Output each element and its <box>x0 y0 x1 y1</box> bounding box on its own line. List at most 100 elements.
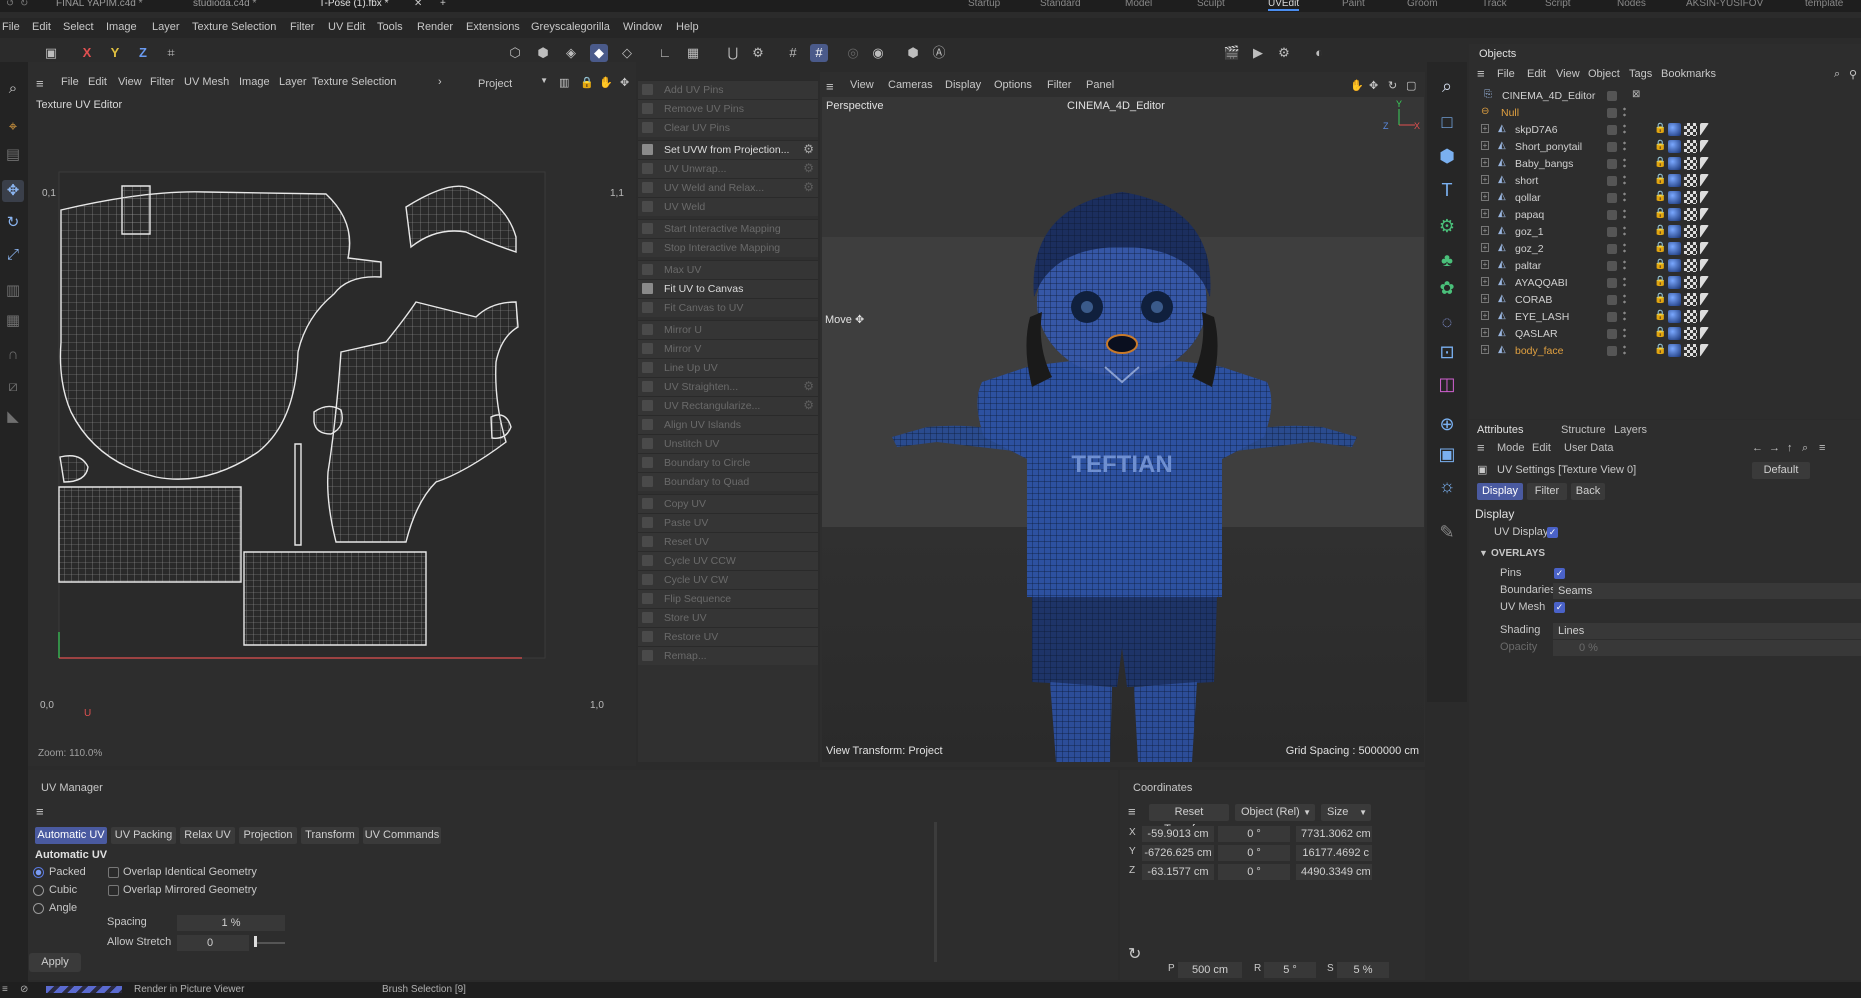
object-row[interactable]: + ◭ AYAQQABI 🔒 <box>1469 275 1861 292</box>
uvw-tag[interactable] <box>1684 191 1697 204</box>
menu-uv-edit[interactable]: UV Edit <box>328 21 365 33</box>
rotation-field[interactable]: 0 ° <box>1218 864 1290 880</box>
camera-icon[interactable]: ◫ <box>1435 372 1459 396</box>
material-tag[interactable] <box>1668 293 1681 306</box>
polygons-mode-icon[interactable]: ◈ <box>562 44 580 62</box>
selection-tag[interactable] <box>1700 259 1709 272</box>
layout-script[interactable]: Script <box>1545 0 1571 9</box>
overlap-mirrored-checkbox[interactable] <box>108 885 119 896</box>
visibility-check[interactable] <box>1607 346 1617 356</box>
allow-stretch-slider[interactable] <box>256 942 285 944</box>
lock-icon[interactable]: 🔒 <box>580 76 594 89</box>
expand-icon[interactable]: + <box>1481 141 1489 150</box>
scale-tool-icon[interactable]: ⤢ <box>2 244 24 266</box>
material-tag[interactable] <box>1668 191 1681 204</box>
object-row[interactable]: + ◭ goz_1 🔒 <box>1469 224 1861 241</box>
uv-command-item[interactable]: Remap... <box>638 646 818 665</box>
uv-menu-file[interactable]: File <box>61 76 79 88</box>
visibility-check[interactable] <box>1607 159 1617 169</box>
uv-command-item[interactable]: Paste UV <box>638 513 818 532</box>
vp-menu-cameras[interactable]: Cameras <box>888 79 933 91</box>
layer-dots[interactable] <box>1622 140 1627 153</box>
menu-layer[interactable]: Layer <box>152 21 180 33</box>
menu-icon[interactable]: ≡ <box>2 984 8 995</box>
uvw-tag[interactable] <box>1684 242 1697 255</box>
material-tag[interactable] <box>1668 242 1681 255</box>
layout-standard[interactable]: Standard <box>1040 0 1081 9</box>
selection-tag[interactable] <box>1700 208 1709 221</box>
size-mode-dropdown[interactable]: Size ▼ <box>1321 804 1371 821</box>
selection-tool-icon[interactable]: ⌖ <box>2 116 24 138</box>
object-row[interactable]: + ◭ Baby_bangs 🔒 <box>1469 156 1861 173</box>
attr-menu-edit[interactable]: Edit <box>1532 442 1551 454</box>
search-icon[interactable]: ⌕ <box>1834 68 1840 81</box>
obj-menu-file[interactable]: File <box>1497 68 1515 80</box>
uvw-tag[interactable] <box>1684 344 1697 357</box>
layer-dots[interactable] <box>1622 106 1627 119</box>
uv-command-item[interactable]: Stop Interactive Mapping <box>638 238 818 257</box>
subtab-back[interactable]: Back <box>1571 483 1605 500</box>
object-row[interactable]: + ◭ goz_2 🔒 <box>1469 241 1861 258</box>
menu-greyscalegorilla[interactable]: Greyscalegorilla <box>531 21 610 33</box>
menu-texture-selection[interactable]: Texture Selection <box>192 21 276 33</box>
lock-icon[interactable]: 🔒 <box>1654 293 1666 304</box>
apply-button[interactable]: Apply <box>29 953 81 972</box>
lock-icon[interactable]: 🔒 <box>1654 225 1666 236</box>
expand-icon[interactable]: + <box>1481 328 1489 337</box>
layer-dots[interactable] <box>1622 293 1627 306</box>
overlap-identical-checkbox[interactable] <box>108 867 119 878</box>
object-row[interactable]: + ◭ papaq 🔒 <box>1469 207 1861 224</box>
cloner-icon[interactable]: ♣ <box>1435 248 1459 272</box>
vp-menu-panel[interactable]: Panel <box>1086 79 1114 91</box>
uv-menu-texture-selection[interactable]: Texture Selection <box>312 76 396 88</box>
vp-menu-display[interactable]: Display <box>945 79 981 91</box>
size-field[interactable]: 7731.3062 cm <box>1296 826 1372 842</box>
environment-icon[interactable]: ⊕ <box>1435 412 1459 436</box>
preset-button[interactable]: Default <box>1752 462 1810 479</box>
search-icon[interactable]: ⌕ <box>2 78 24 100</box>
layer-dots[interactable] <box>1622 123 1627 136</box>
live-selection-icon[interactable]: ▤ <box>2 144 24 166</box>
uv-command-item[interactable]: Flip Sequence <box>638 589 818 608</box>
search-icon[interactable]: ⌕ <box>1802 442 1808 455</box>
layer-dots[interactable] <box>1622 327 1627 340</box>
expand-icon[interactable]: + <box>1481 124 1489 133</box>
menu-tools[interactable]: Tools <box>377 21 403 33</box>
uv-display-checkbox[interactable]: ✓ <box>1547 527 1558 538</box>
uv-menu-filter[interactable]: Filter <box>150 76 174 88</box>
vp-menu-options[interactable]: Options <box>994 79 1032 91</box>
object-row[interactable]: + ◭ body_face 🔒 <box>1469 343 1861 360</box>
render-view-icon[interactable]: Ⓐ <box>930 44 948 62</box>
selection-tag[interactable] <box>1700 123 1709 136</box>
layer-dots[interactable] <box>1622 276 1627 289</box>
tab-layers[interactable]: Layers <box>1614 424 1647 436</box>
object-row-null[interactable]: ⊖ Null <box>1469 105 1861 122</box>
material-tag[interactable] <box>1668 123 1681 136</box>
uv-menu-layer[interactable]: Layer <box>279 76 307 88</box>
allow-stretch-slider-thumb[interactable] <box>254 936 257 947</box>
tab-structure[interactable]: Structure <box>1561 424 1606 436</box>
gear-icon[interactable]: ⚙ <box>803 142 814 156</box>
obj-menu-bookmarks[interactable]: Bookmarks <box>1661 68 1716 80</box>
material-tag[interactable] <box>1668 174 1681 187</box>
attr-menu-mode[interactable]: Mode <box>1497 442 1525 454</box>
filter-icon[interactable]: ≡ <box>1819 442 1825 454</box>
radio-cubic[interactable] <box>33 885 44 896</box>
deformer-icon[interactable]: ✿ <box>1435 276 1459 300</box>
uvw-tag[interactable] <box>1684 327 1697 340</box>
uv-transform-icon[interactable]: ▦ <box>2 310 24 332</box>
lock-icon[interactable]: 🔒 <box>1654 157 1666 168</box>
visibility-check[interactable] <box>1607 227 1617 237</box>
visibility-check[interactable] <box>1607 142 1617 152</box>
boundaries-dropdown[interactable]: Seams <box>1553 583 1861 599</box>
selection-tag[interactable] <box>1700 310 1709 323</box>
object-row[interactable]: + ◭ qollar 🔒 <box>1469 190 1861 207</box>
uvw-tag[interactable] <box>1684 174 1697 187</box>
pan-hand-icon[interactable]: ✋ <box>599 76 613 89</box>
uv-mesh-checkbox[interactable]: ✓ <box>1554 602 1565 613</box>
uv-command-item[interactable]: Fit UV to Canvas <box>638 279 818 298</box>
layer-dots[interactable] <box>1622 259 1627 272</box>
tab-projection[interactable]: Projection <box>239 827 297 844</box>
snap-grid-icon[interactable]: # <box>810 44 828 62</box>
menu-select[interactable]: Select <box>63 21 94 33</box>
